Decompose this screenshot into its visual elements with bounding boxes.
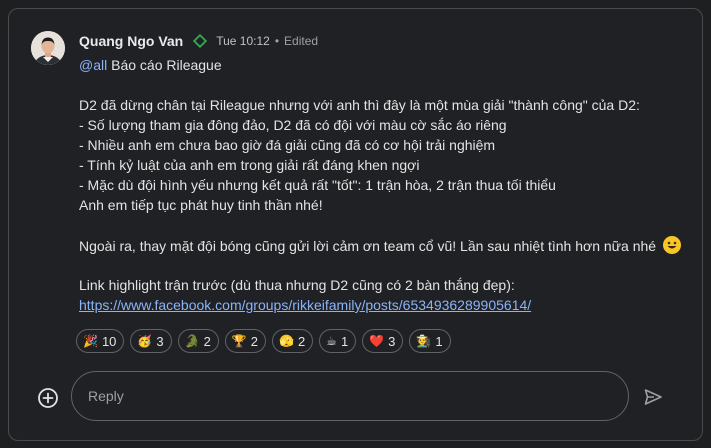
reaction-chip[interactable]: ☕ 1 bbox=[319, 329, 357, 353]
peeking-face-icon: 🫣 bbox=[278, 334, 294, 348]
reaction-chip[interactable]: 🫣 2 bbox=[271, 329, 314, 353]
reaction-count: 10 bbox=[101, 333, 117, 349]
crocodile-icon: 🐊 bbox=[184, 334, 200, 348]
author-name[interactable]: Quang Ngo Van bbox=[79, 33, 183, 49]
partying-face-icon: 🥳 bbox=[137, 334, 153, 348]
reaction-chip[interactable]: 🏆 2 bbox=[224, 329, 266, 353]
body-line: - Mặc dù đội hình yếu nhưng kết quả rất … bbox=[79, 177, 556, 193]
reaction-count: 3 bbox=[388, 333, 396, 349]
reaction-chip[interactable]: ❤️ 3 bbox=[362, 329, 404, 353]
reaction-chip[interactable]: 🧑‍🌾 1 bbox=[409, 329, 451, 353]
party-popper-icon: 🎉 bbox=[83, 334, 98, 348]
message-body: @all Báo cáo Rileague D2 đã dừng chân tạ… bbox=[79, 55, 682, 315]
reaction-bar: 🎉 10 🥳 3 🐊 2 🏆 2 🫣 2 ☕ 1 ❤️ 3 🧑‍🌾 1 bbox=[76, 329, 451, 353]
reaction-count: 1 bbox=[435, 333, 443, 349]
edited-label: Edited bbox=[284, 34, 319, 48]
link-line: https://www.facebook.com/groups/rikkeifa… bbox=[79, 295, 679, 315]
reaction-count: 3 bbox=[156, 333, 164, 349]
message-card: Quang Ngo Van Tue 10:12 • Edited @all Bá… bbox=[8, 8, 703, 441]
body-line: - Tính kỷ luật của anh em trong giải rất… bbox=[79, 157, 420, 173]
body-line: - Nhiều anh em chưa bao giờ đá giải cũng… bbox=[79, 137, 496, 153]
trophy-icon: 🏆 bbox=[231, 334, 247, 348]
separator: • bbox=[274, 34, 280, 48]
body-line: - Số lượng tham gia đông đảo, D2 đã có đ… bbox=[79, 117, 507, 133]
reaction-chip[interactable]: 🎉 10 bbox=[76, 329, 125, 353]
link-intro: Link highlight trận trước (dù thua nhưng… bbox=[79, 277, 515, 293]
message-title: Báo cáo Rileague bbox=[111, 57, 222, 73]
avatar-photo bbox=[31, 31, 65, 65]
reaction-count: 1 bbox=[340, 333, 349, 349]
send-icon[interactable] bbox=[643, 387, 663, 407]
title-line: @all Báo cáo Rileague bbox=[79, 55, 679, 75]
reaction-count: 2 bbox=[297, 333, 306, 349]
mention-all[interactable]: @all bbox=[79, 57, 107, 73]
body-line: Anh em tiếp tục phát huy tinh thần nhé! bbox=[79, 197, 323, 213]
coffee-icon: ☕ bbox=[326, 334, 337, 348]
heart-icon: ❤️ bbox=[369, 334, 385, 348]
thanks-line: Ngoài ra, thay mặt đội bóng cũng gửi lời… bbox=[79, 235, 682, 255]
reaction-count: 2 bbox=[203, 333, 211, 349]
farmer-icon: 🧑‍🌾 bbox=[416, 334, 432, 348]
avatar[interactable] bbox=[31, 31, 65, 65]
reaction-chip[interactable]: 🐊 2 bbox=[177, 329, 219, 353]
body-line: D2 đã dừng chân tại Rileague nhưng với a… bbox=[79, 97, 640, 113]
add-circle-icon[interactable] bbox=[37, 387, 59, 409]
reply-box[interactable] bbox=[71, 371, 629, 421]
diamond-icon bbox=[193, 33, 208, 49]
reply-input[interactable] bbox=[88, 386, 608, 406]
smiley-icon bbox=[662, 235, 682, 260]
reaction-count: 2 bbox=[250, 333, 258, 349]
highlight-link[interactable]: https://www.facebook.com/groups/rikkeifa… bbox=[79, 297, 531, 313]
reaction-chip[interactable]: 🥳 3 bbox=[130, 329, 172, 353]
message-header: Quang Ngo Van Tue 10:12 • Edited bbox=[79, 33, 318, 49]
thanks-text: Ngoài ra, thay mặt đội bóng cũng gửi lời… bbox=[79, 238, 657, 254]
timestamp: Tue 10:12 bbox=[216, 34, 270, 48]
